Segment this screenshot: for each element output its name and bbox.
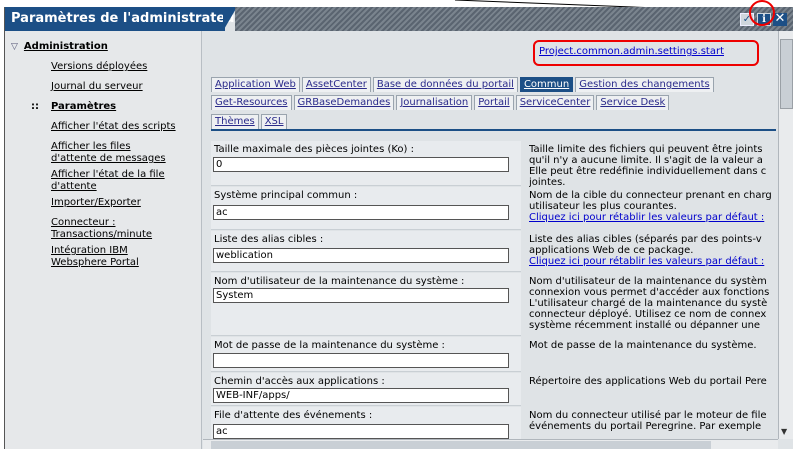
tab-gestion-changements[interactable]: Gestion des changements [575,77,714,92]
title-bar-pattern [235,7,793,31]
field-label: Taille maximale des pièces jointes (Ko) … [214,144,414,155]
sidebar-item-ibm-2[interactable]: Websphere Portal [51,257,139,269]
window-title: Paramètres de l'administrateur [5,7,241,31]
field-description: Nom de la cible du connecteur prenant en… [529,190,776,223]
tab-portail[interactable]: Portail [474,95,514,110]
tab-row-3: Thèmes XSL [211,114,289,129]
field-label: File d'attente des événements : [214,410,373,421]
event-queue-input[interactable]: ac [213,424,509,439]
scrollbar-thumb[interactable] [211,441,711,449]
field-description: Répertoire des applications Web du porta… [529,376,767,387]
sidebar: ▽ Administration Versions déployées Journ… [5,31,202,449]
settings-content: Project.common.admin.settings.start Appl… [203,31,776,439]
field-row: Chemin d'accès aux applications : WEB-IN… [211,373,776,406]
reset-defaults-link[interactable]: Cliquez ici pour rétablir les valeurs pa… [529,256,776,267]
field-description: Nom d'utilisateur de la maintenance du s… [529,276,770,331]
field-row: Taille maximale des pièces jointes (Ko) … [211,141,776,188]
admin-settings-window: Paramètres de l'administrateur ✓ i ✕ ▽ Ad… [4,7,793,449]
maintenance-password-input[interactable] [213,353,509,368]
sidebar-item-scripts[interactable]: Afficher l'état des scripts [51,121,176,133]
field-row: Liste des alias cibles : weblication Lis… [211,231,776,272]
vertical-scrollbar[interactable]: ▼ [778,31,793,439]
close-icon[interactable]: ✕ [773,12,787,26]
field-row: Nom d'utilisateur de la maintenance du s… [211,273,776,336]
scrollbar-thumb[interactable] [780,39,793,109]
tab-underline [211,129,776,131]
tab-journalisation[interactable]: Journalisation [396,95,473,110]
selected-bullet-icon: :: [31,101,39,112]
sidebar-item-ibm[interactable]: Intégration IBM [51,245,128,257]
tab-xsl[interactable]: XSL [260,114,288,129]
tab-application-web[interactable]: Application Web [211,77,300,92]
tab-assetcenter[interactable]: AssetCenter [301,77,371,92]
tab-row-1: Application Web AssetCenter Base de donn… [211,77,716,92]
field-description: Taille limite des fichiers qui peuvent ê… [529,144,767,188]
sidebar-item-queue-state-2[interactable]: d'attente [51,181,97,193]
attachment-size-input[interactable]: 0 [213,157,509,172]
horizontal-scrollbar[interactable] [203,439,778,449]
field-label: Chemin d'accès aux applications : [214,376,385,387]
sidebar-item-import-export[interactable]: Importer/Exporter [51,197,141,209]
tab-service-desk[interactable]: Service Desk [596,95,670,110]
title-bar: Paramètres de l'administrateur ✓ i ✕ [5,7,793,31]
sidebar-item-connector-2[interactable]: Transactions/minute [51,229,152,241]
tab-servicecenter[interactable]: ServiceCenter [515,95,595,110]
tab-themes[interactable]: Thèmes [211,114,259,129]
field-description: Mot de passe de la maintenance du systèm… [529,340,757,351]
collapse-arrow-icon: ▽ [11,42,18,52]
tab-commun[interactable]: Commun [519,77,574,92]
field-description: Liste des alias cibles (séparés par des … [529,234,776,267]
field-label: Mot de passe de la maintenance du systèm… [214,340,445,351]
settings-start-link[interactable]: Project.common.admin.settings.start [539,46,724,57]
sidebar-item-queue-state[interactable]: Afficher l'état de la file [51,169,165,181]
target-alias-input[interactable]: weblication [213,248,509,263]
field-row: Mot de passe de la maintenance du systèm… [211,337,776,372]
tab-get-resources[interactable]: Get-Resources [211,95,292,110]
field-label: Nom d'utilisateur de la maintenance du s… [214,276,465,287]
sidebar-item-administration[interactable]: ▽ Administration [11,41,108,53]
field-description: Nom du connecteur utilisé par le moteur … [529,410,767,432]
scroll-down-icon[interactable]: ▼ [781,427,787,436]
field-label: Liste des alias cibles : [214,234,324,245]
tab-grbasedemandes[interactable]: GRBaseDemandes [293,95,395,110]
sidebar-item-journal[interactable]: Journal du serveur [51,81,143,93]
sidebar-item-message-queues[interactable]: Afficher les files [51,141,131,153]
maintenance-user-input[interactable]: System [213,288,509,303]
sidebar-item-connector[interactable]: Connecteur : [51,217,116,229]
apps-path-input[interactable]: WEB-INF/apps/ [213,388,509,403]
reset-defaults-link[interactable]: Cliquez ici pour rétablir les valeurs pa… [529,212,776,223]
tab-base-donnees-portail[interactable]: Base de données du portail [372,77,518,92]
main-system-input[interactable]: ac [213,205,509,220]
highlight-circle [749,0,775,26]
tab-row-2: Get-Resources GRBaseDemandes Journalisat… [211,95,671,110]
sidebar-item-versions[interactable]: Versions déployées [51,61,147,73]
sidebar-item-message-queues-2[interactable]: d'attente de messages [51,153,166,165]
field-row: Système principal commun : ac Nom de la … [211,187,776,230]
field-row: File d'attente des événements : ac Nom d… [211,407,776,439]
field-label: Système principal commun : [214,190,358,201]
sidebar-item-parametres[interactable]: Paramètres [51,101,116,113]
